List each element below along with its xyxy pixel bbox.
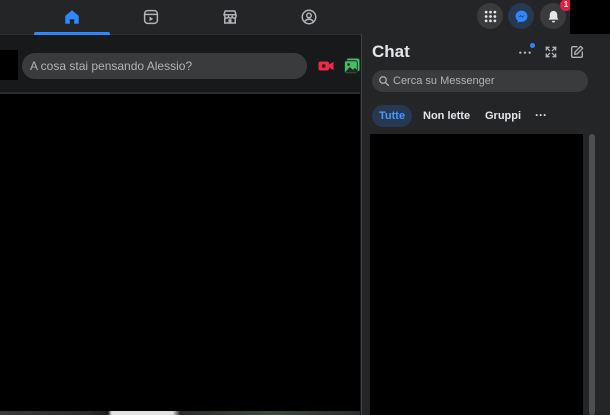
composer-input[interactable]: A cosa stai pensando Alessio? (22, 53, 307, 79)
photo-button[interactable] (343, 57, 361, 75)
grid-menu-icon (484, 10, 496, 22)
chat-filter-unread[interactable]: Non lette (416, 105, 477, 127)
messenger-search[interactable] (372, 70, 588, 92)
chat-title: Chat (372, 42, 410, 61)
messenger-button[interactable] (508, 3, 534, 29)
reels-icon (143, 9, 159, 25)
live-video-icon (318, 61, 334, 71)
menu-button[interactable] (477, 3, 503, 29)
chat-scrollbar[interactable] (589, 134, 595, 415)
bell-icon (548, 10, 558, 22)
messenger-icon (515, 10, 527, 23)
chat-filter-groups[interactable]: Gruppi (478, 105, 528, 127)
top-navigation-bar: 1 (0, 0, 610, 35)
live-video-button[interactable] (317, 57, 335, 75)
nav-tab-groups[interactable] (271, 0, 347, 34)
photo-icon (344, 58, 360, 74)
chat-panel: Chat Tutte Non lette Gruppi ··· (361, 34, 610, 415)
expand-icon (545, 46, 557, 58)
nav-tab-marketplace[interactable] (192, 0, 268, 34)
home-icon (65, 10, 79, 24)
chat-filter-all[interactable]: Tutte (372, 105, 413, 127)
new-message-button[interactable] (569, 44, 585, 60)
nav-tab-reels[interactable] (113, 0, 189, 34)
chat-conversation-list[interactable] (370, 134, 583, 415)
notifications-button[interactable]: 1 (540, 0, 572, 29)
groups-icon (301, 9, 317, 25)
chat-scrollbar-thumb[interactable] (589, 134, 595, 415)
feed-content (0, 94, 360, 412)
chat-filter-more[interactable]: ··· (535, 105, 547, 127)
unread-indicator (530, 43, 535, 48)
feed-post-preview (0, 411, 360, 415)
nav-tab-home[interactable] (34, 0, 110, 35)
chat-expand-button[interactable] (543, 44, 559, 60)
profile-avatar[interactable] (570, 0, 610, 34)
marketplace-icon (223, 10, 237, 24)
composer-avatar[interactable] (0, 50, 18, 80)
new-message-icon (571, 45, 584, 58)
search-icon (379, 76, 390, 87)
messenger-search-input[interactable] (393, 70, 583, 92)
